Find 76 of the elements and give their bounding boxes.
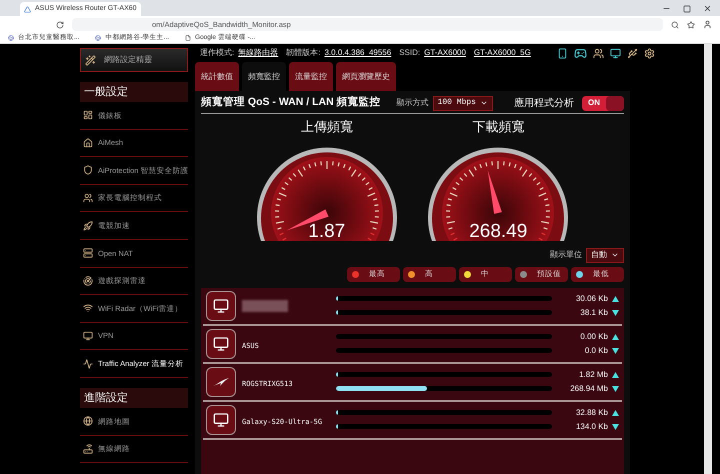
rog-eye-icon [212, 376, 230, 386]
down-triangle-icon [612, 424, 619, 430]
gauge-title: 下載頻寬 [472, 118, 524, 136]
rate-reading: 0.00 Kb [580, 330, 608, 342]
up-triangle-icon [612, 334, 619, 340]
section-header: 一般設定 [80, 82, 188, 102]
monitor-icon[interactable] [610, 48, 621, 58]
tab[interactable]: 統計數值 [195, 62, 239, 91]
zoom-icon[interactable] [671, 20, 679, 28]
setup-wizard-button[interactable]: 網路設定精靈 [80, 48, 188, 72]
sidebar-item-icon [83, 416, 93, 426]
sidebar-item-icon [83, 138, 93, 148]
reload-icon[interactable] [56, 20, 64, 28]
phone-icon[interactable] [556, 48, 568, 58]
sidebar-item-icon [83, 331, 93, 342]
users-icon[interactable] [592, 48, 604, 58]
gauge-reading: 1.87 [307, 222, 346, 240]
wand-icon [85, 54, 96, 66]
down-triangle-icon [612, 386, 619, 392]
sidebar-item-icon [83, 110, 93, 120]
display-mode-label: 顯示方式 [396, 97, 429, 109]
up-triangle-icon [612, 372, 619, 378]
sidebar-item-icon [83, 165, 93, 176]
rate-reading: 134.0 Kb [576, 420, 608, 432]
rate-reading: 268.94 Mb [570, 382, 608, 394]
display-mode-dropdown[interactable]: 100 Mbps [432, 96, 493, 110]
rate-reading: 1.82 Mb [579, 368, 608, 380]
tab[interactable]: 流量監控 [289, 62, 333, 91]
unit-dropdown[interactable]: 自動 [586, 248, 624, 262]
rate-reading: 0.0 Kb [584, 344, 608, 356]
settings-icon[interactable] [644, 48, 655, 58]
down-triangle-icon [612, 310, 619, 316]
rate-reading: 38.1 Kb [580, 306, 608, 318]
sidebar-item-icon [83, 193, 93, 204]
favorite-icon[interactable] [687, 20, 695, 28]
unit-label: 顯示單位 [550, 249, 582, 261]
up-triangle-icon [612, 296, 619, 302]
rate-reading: 32.88 Kb [576, 406, 608, 418]
profile-icon[interactable] [703, 20, 712, 29]
monitor-icon [213, 412, 229, 428]
monitor-icon [213, 336, 229, 352]
sidebar-item-icon [83, 220, 93, 231]
caret-icon [480, 99, 488, 107]
blurred-name [242, 300, 288, 312]
firmware-link[interactable]: 3.0.0.4.386_49556 [324, 47, 392, 59]
sidebar-item-icon [83, 276, 93, 286]
close-icon[interactable] [703, 4, 712, 13]
gauge-reading: 268.49 [468, 222, 528, 240]
mode-label: 運作模式: [200, 47, 234, 59]
app-analysis-toggle[interactable]: ON [582, 96, 624, 110]
tab[interactable]: 網頁瀏覽歷史 [336, 62, 396, 91]
ssid-link[interactable]: GT-AX6000_5G [474, 47, 531, 59]
rate-reading: 30.06 Kb [576, 292, 608, 304]
down-triangle-icon [612, 348, 619, 354]
caret-icon [611, 251, 619, 259]
monitor-icon [213, 298, 229, 314]
tab-favicon-icon [24, 6, 31, 12]
globe-icon [8, 35, 14, 41]
mode-link[interactable]: 無線路由器 [238, 47, 278, 59]
gauge-title: 上傳頻寬 [300, 118, 353, 136]
maximize-icon[interactable] [683, 5, 691, 13]
ssid-label: SSID: [399, 47, 420, 59]
section-header: 進階設定 [80, 388, 188, 408]
sidebar-item-icon [83, 358, 93, 369]
sidebar-item-icon [83, 248, 93, 258]
tab[interactable]: 頻寬監控 [242, 62, 286, 91]
gamepad-icon[interactable] [574, 46, 587, 60]
page-title: 頻寬管理 QoS - WAN / LAN 頻寬監控 [201, 95, 381, 110]
ssid-link[interactable]: GT-AX6000 [424, 47, 466, 59]
app-analysis-label: 應用程式分析 [514, 96, 574, 110]
up-triangle-icon [612, 410, 619, 416]
globe-icon [95, 35, 102, 41]
firmware-label: 韌體版本: [286, 47, 320, 59]
usb-icon[interactable] [626, 48, 638, 58]
sidebar-item-icon [83, 444, 93, 454]
file-icon [185, 35, 192, 41]
